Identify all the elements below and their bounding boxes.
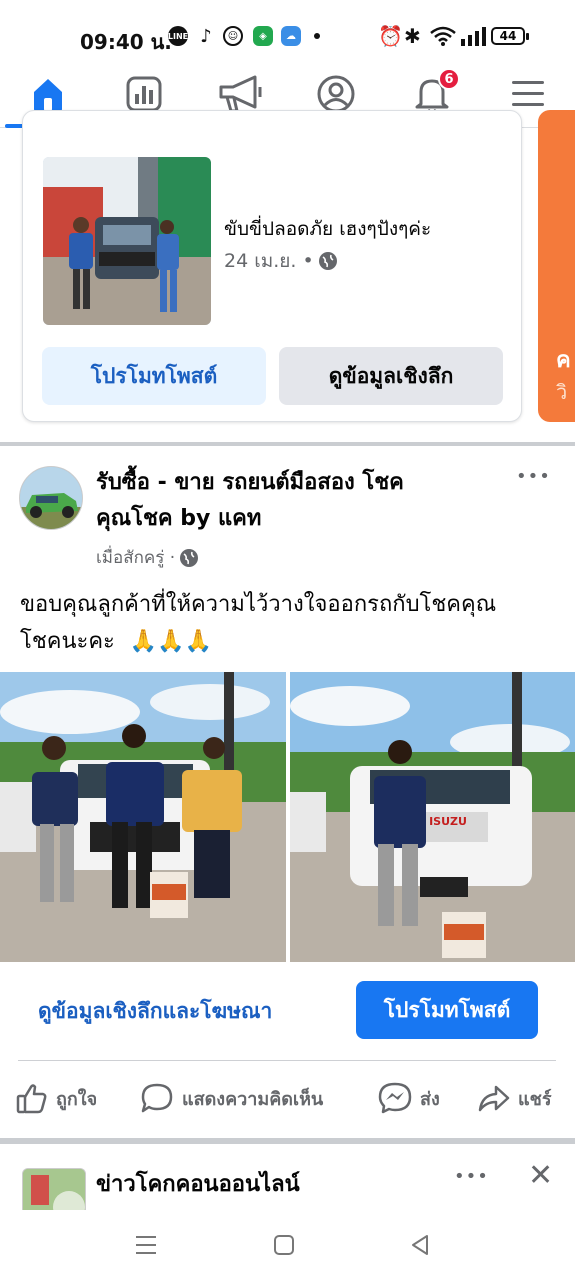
thumbs-up-icon [16, 1084, 47, 1114]
alarm-icon: ⏰ [378, 24, 403, 48]
weather-icon: ☁ [281, 26, 301, 46]
wifi-icon [430, 26, 456, 46]
home-icon [34, 79, 62, 111]
feed-separator-2 [0, 1138, 575, 1144]
like-label: ถูกใจ [56, 1088, 98, 1110]
post-text-line2-row: โชคนะคะ 🙏🙏🙏 [20, 623, 565, 660]
post-photo-left[interactable] [0, 672, 286, 962]
menu-icon [512, 81, 544, 106]
app-icon: ☺ [223, 26, 243, 46]
boost-suggestion-card: ขับขี่ปลอดภัย เฮงๆปังๆค่ะ 24 เม.ย. • โปร… [22, 110, 522, 422]
isuzu-logo: ISUZU [429, 815, 467, 828]
post-caption: ขับขี่ปลอดภัย เฮงๆปังๆค่ะ [224, 218, 432, 240]
thumbnail-photo [43, 157, 211, 325]
notification-badge: 6 [438, 68, 460, 90]
post-thumbnail[interactable] [43, 157, 211, 325]
feed-separator [0, 442, 575, 446]
side-card-sub: วิ [556, 380, 568, 404]
comment-button[interactable]: แสดงความคิดเห็น [140, 1078, 323, 1118]
pray-emoji: 🙏🙏🙏 [129, 629, 213, 654]
bluetooth-icon: ✱ [404, 24, 421, 48]
post-text: ขอบคุณลูกค้าที่ให้ความไว้วางใจออกรถกับโช… [20, 586, 565, 660]
home-button-icon[interactable] [272, 1233, 296, 1257]
post-date: 24 เม.ย. • [224, 250, 314, 272]
avatar-car-image [20, 467, 82, 529]
share-arrow-icon [478, 1085, 510, 1112]
battery-icon: 44 [491, 27, 529, 45]
send-button[interactable]: ส่ง [378, 1078, 440, 1118]
signal-icon [461, 27, 486, 46]
post-text-line2: โชคนะคะ [20, 629, 115, 654]
post-text-line1: ขอบคุณลูกค้าที่ให้ความไว้วางใจออกรถกับโช… [20, 592, 497, 617]
side-suggestion-card[interactable]: ค วิ [538, 110, 575, 422]
comment-label: แสดงความคิดเห็น [182, 1088, 324, 1110]
next-post-close-button[interactable]: ✕ [528, 1158, 553, 1193]
shield-app-icon: ◈ [253, 26, 273, 46]
tiktok-icon: ♪ [200, 25, 212, 47]
messenger-icon [378, 1082, 412, 1114]
view-insights-button[interactable]: ดูข้อมูลเชิงลึก [279, 347, 503, 405]
next-post-avatar[interactable] [22, 1168, 86, 1210]
photo-three-people-truck [0, 672, 286, 962]
post-time: เมื่อสักครู่ · [96, 548, 176, 568]
footer-divider [18, 1060, 556, 1061]
post-photo-right[interactable]: ISUZU [290, 672, 575, 962]
page-name-line1[interactable]: รับซื้อ - ขาย รถยนต์มือสอง โชค [96, 466, 404, 500]
line-icon: LINE [168, 26, 188, 46]
back-icon[interactable] [408, 1233, 432, 1257]
side-card-letter: ค [556, 348, 571, 373]
insights-icon [126, 76, 162, 112]
globe-icon [318, 252, 337, 270]
android-navigation-bar [0, 1210, 575, 1280]
next-post-title[interactable]: ข่าวโคกคอนออนไลน์ [96, 1166, 300, 1201]
globe-icon [180, 548, 199, 567]
megaphone-icon [219, 75, 262, 113]
page-avatar[interactable] [19, 466, 83, 530]
status-time: 09:40 น. [80, 30, 172, 54]
next-post-more-button[interactable]: ••• [454, 1166, 489, 1187]
post-meta-row: เมื่อสักครู่ · [96, 544, 199, 571]
post-promote-button[interactable]: โปรโมทโพสต์ [356, 981, 538, 1039]
comment-icon [141, 1083, 173, 1113]
profile-icon [317, 75, 355, 113]
share-label: แชร์ [518, 1088, 552, 1110]
dot-icon [314, 33, 320, 39]
like-button[interactable]: ถูกใจ [16, 1078, 97, 1118]
page-name-line2[interactable]: คุณโชค by แคท [96, 502, 261, 536]
share-button[interactable]: แชร์ [478, 1078, 552, 1118]
recent-apps-icon[interactable] [134, 1234, 158, 1256]
insights-ads-link[interactable]: ดูข้อมูลเชิงลึกและโฆษณา [38, 995, 272, 1028]
send-label: ส่ง [420, 1088, 440, 1110]
post-date-row: 24 เม.ย. • [224, 246, 338, 276]
photo-man-truck: ISUZU [290, 672, 575, 962]
status-bar: 09:40 น. LINE ♪ ☺ ◈ ☁ ⏰ ✱ 44 [0, 0, 575, 70]
promote-post-button[interactable]: โปรโมทโพสต์ [42, 347, 266, 405]
post-more-button[interactable]: ••• [516, 466, 551, 487]
next-post-avatar-image [23, 1169, 85, 1210]
